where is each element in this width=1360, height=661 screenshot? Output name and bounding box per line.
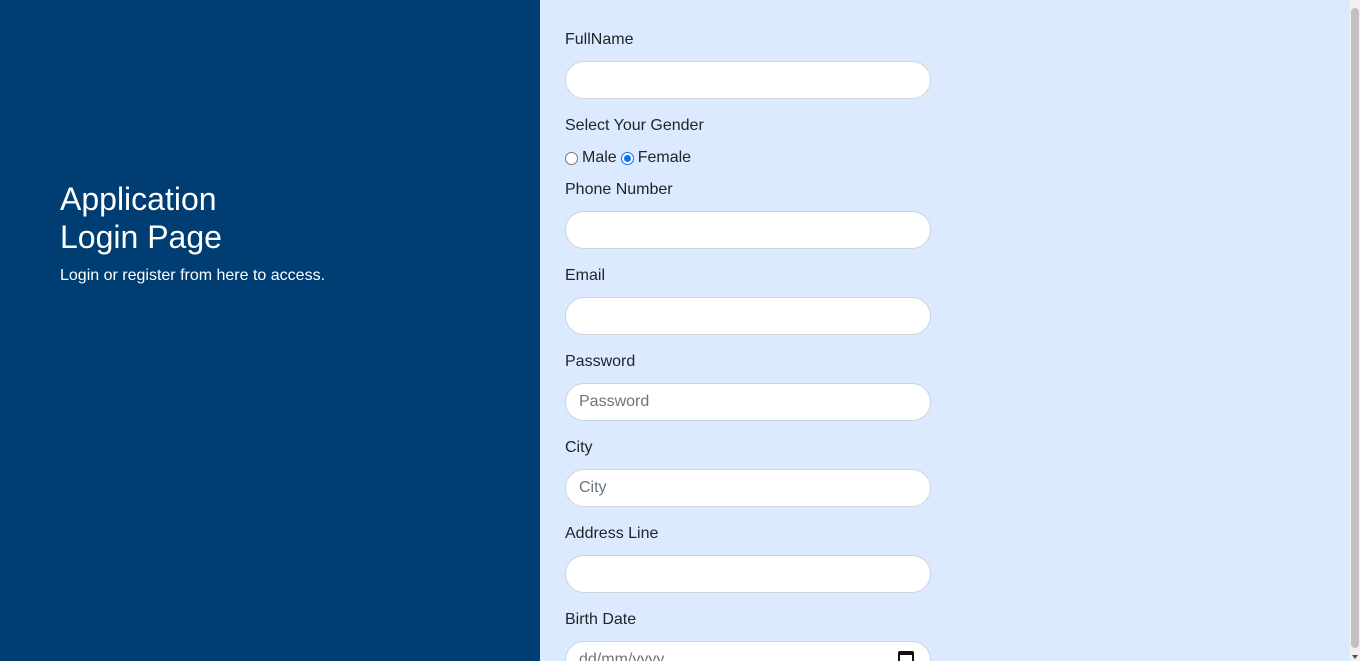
registration-form: FullName Select Your Gender Male Female … xyxy=(540,0,1350,661)
birthdate-label: Birth Date xyxy=(565,611,637,628)
calendar-icon[interactable] xyxy=(898,651,914,661)
gender-male-label: Male xyxy=(582,149,617,166)
phone-label: Phone Number xyxy=(565,181,673,198)
fullname-label: FullName xyxy=(565,31,634,48)
gender-female-label: Female xyxy=(637,149,692,166)
gender-male-radio[interactable] xyxy=(565,151,578,165)
city-input[interactable] xyxy=(565,469,931,507)
gender-label: Select Your Gender xyxy=(565,117,704,134)
page-subtitle: Login or register from here to access. xyxy=(60,267,326,284)
email-label: Email xyxy=(565,267,606,284)
phone-input[interactable] xyxy=(565,211,931,249)
password-label: Password xyxy=(565,353,636,370)
address-input[interactable] xyxy=(565,555,931,593)
scrollbar-thumb[interactable] xyxy=(1351,8,1359,648)
fullname-input[interactable] xyxy=(565,61,931,99)
scroll-down-arrow-icon[interactable] xyxy=(1352,655,1358,659)
gender-female-radio[interactable] xyxy=(620,151,634,165)
title-line-1: Application xyxy=(60,181,217,217)
email-input[interactable] xyxy=(565,297,931,335)
title-line-2: Login Page xyxy=(60,219,222,255)
city-label: City xyxy=(565,439,593,456)
birthdate-input[interactable]: dd/mm/yyyy xyxy=(565,641,931,661)
page-scrollbar[interactable] xyxy=(1350,0,1360,661)
page-title: Application Login Page xyxy=(60,180,222,256)
sidebar-panel: Application Login Page Login or register… xyxy=(0,0,540,661)
gender-radio-group: Male Female xyxy=(565,148,695,168)
birthdate-placeholder: dd/mm/yyyy xyxy=(579,651,665,661)
address-label: Address Line xyxy=(565,525,659,542)
password-input[interactable] xyxy=(565,383,931,421)
